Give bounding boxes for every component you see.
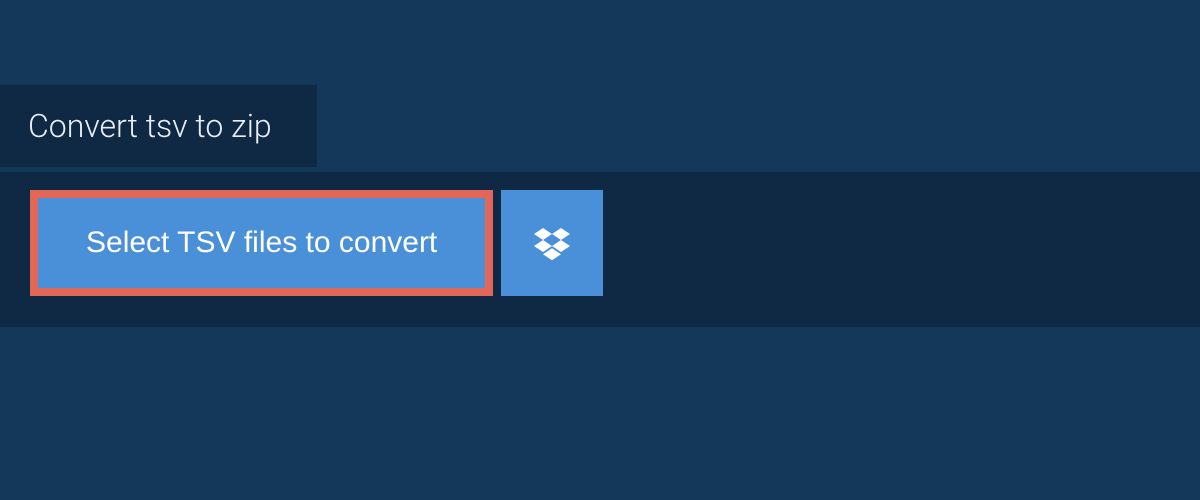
button-row: Select TSV files to convert	[30, 190, 1170, 296]
tab-label: Convert tsv to zip	[28, 107, 272, 145]
dropbox-button[interactable]	[501, 190, 603, 296]
tab-convert[interactable]: Convert tsv to zip	[0, 85, 317, 167]
content-panel: Select TSV files to convert	[0, 172, 1200, 327]
tab-bar: Convert tsv to zip	[0, 85, 317, 167]
dropbox-icon	[534, 225, 570, 261]
select-files-button[interactable]: Select TSV files to convert	[38, 198, 485, 288]
select-button-highlight: Select TSV files to convert	[30, 190, 493, 296]
